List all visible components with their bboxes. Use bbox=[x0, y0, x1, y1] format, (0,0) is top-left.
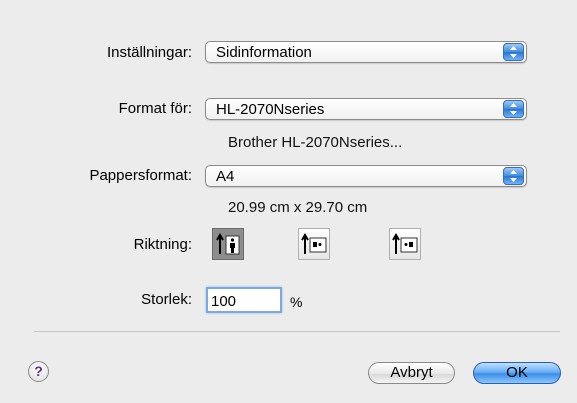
settings-value: Sidinformation bbox=[216, 44, 312, 61]
cancel-button[interactable]: Avbryt bbox=[368, 362, 455, 384]
paper-size-value: A4 bbox=[216, 168, 235, 185]
landscape-orientation-icon bbox=[301, 233, 327, 254]
format-for-popup[interactable]: HL-2070Nseries bbox=[205, 98, 527, 120]
format-for-value: HL-2070Nseries bbox=[216, 101, 325, 118]
format-for-label: Format för: bbox=[118, 100, 192, 117]
settings-label: Inställningar: bbox=[106, 44, 192, 61]
scale-label: Storlek: bbox=[141, 291, 192, 308]
orientation-portrait-button[interactable] bbox=[212, 228, 244, 260]
popup-arrows-icon bbox=[503, 167, 524, 185]
scale-input[interactable] bbox=[206, 287, 282, 313]
settings-popup[interactable]: Sidinformation bbox=[205, 41, 527, 63]
ok-button[interactable]: OK bbox=[473, 362, 561, 384]
orientation-landscape-button[interactable] bbox=[298, 228, 330, 260]
paper-size-label: Pappersformat: bbox=[89, 167, 192, 184]
printer-description: Brother HL-2070Nseries... bbox=[228, 134, 403, 151]
separator bbox=[34, 331, 560, 332]
landscape-reversed-orientation-icon bbox=[392, 233, 418, 254]
popup-arrows-icon bbox=[503, 43, 524, 61]
paper-dimensions: 20.99 cm x 29.70 cm bbox=[228, 199, 368, 216]
scale-value[interactable] bbox=[208, 289, 280, 311]
paper-size-popup[interactable]: A4 bbox=[205, 165, 527, 187]
portrait-orientation-icon bbox=[216, 233, 240, 255]
help-button[interactable]: ? bbox=[28, 361, 49, 382]
orientation-label: Riktning: bbox=[133, 236, 192, 253]
scale-unit: % bbox=[290, 294, 303, 310]
orientation-landscape-reversed-button[interactable] bbox=[389, 228, 421, 260]
popup-arrows-icon bbox=[503, 100, 524, 118]
